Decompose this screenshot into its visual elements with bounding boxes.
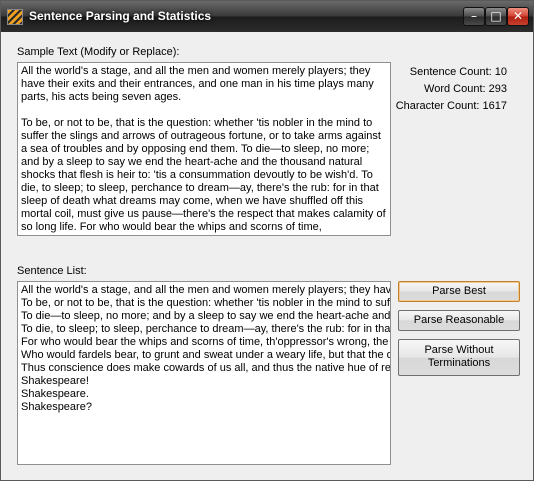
sample-paragraph: To be, or not to be, that is the questio… xyxy=(21,117,386,235)
app-window: Sentence Parsing and Statistics – □ ✕ Sa… xyxy=(0,0,534,481)
maximize-icon: □ xyxy=(490,9,502,23)
maximize-button[interactable]: □ xyxy=(485,7,507,26)
app-icon xyxy=(7,9,23,25)
sample-text-area[interactable]: All the world's a stage, and all the men… xyxy=(17,62,391,236)
list-item[interactable]: For who would bear the whips and scorns … xyxy=(21,336,390,349)
minimize-icon: – xyxy=(471,9,477,23)
list-item[interactable]: Shakespeare? xyxy=(21,401,387,414)
sentence-list-label: Sentence List: xyxy=(17,265,87,277)
list-item[interactable]: Shakespeare! xyxy=(21,375,387,388)
sample-text-label: Sample Text (Modify or Replace): xyxy=(17,46,180,58)
close-icon: ✕ xyxy=(512,9,524,23)
parse-without-terminations-button[interactable]: Parse Without Terminations xyxy=(398,339,520,376)
list-item[interactable]: To be, or not to be, that is the questio… xyxy=(21,297,390,310)
title-bar[interactable]: Sentence Parsing and Statistics – □ ✕ xyxy=(1,1,533,32)
list-item[interactable]: Who would fardels bear, to grunt and swe… xyxy=(21,349,390,362)
character-count: Character Count: 1617 xyxy=(395,100,507,112)
list-item[interactable]: To die—to sleep, no more; and by a sleep… xyxy=(21,310,390,323)
list-item[interactable]: Shakespeare. xyxy=(21,388,387,401)
list-item[interactable]: To die, to sleep; to sleep, perchance to… xyxy=(21,323,390,336)
sentence-count: Sentence Count: 10 xyxy=(409,66,507,78)
sentence-list[interactable]: All the world's a stage, and all the men… xyxy=(17,281,391,465)
window-title: Sentence Parsing and Statistics xyxy=(29,9,212,23)
list-item[interactable]: Thus conscience does make cowards of us … xyxy=(21,362,390,375)
parse-reasonable-button[interactable]: Parse Reasonable xyxy=(398,310,520,331)
close-button[interactable]: ✕ xyxy=(507,7,529,26)
minimize-button[interactable]: – xyxy=(463,7,485,26)
word-count: Word Count: 293 xyxy=(424,83,507,95)
parse-best-button[interactable]: Parse Best xyxy=(398,281,520,302)
list-item[interactable]: All the world's a stage, and all the men… xyxy=(21,284,390,297)
sample-paragraph: All the world's a stage, and all the men… xyxy=(21,65,374,103)
